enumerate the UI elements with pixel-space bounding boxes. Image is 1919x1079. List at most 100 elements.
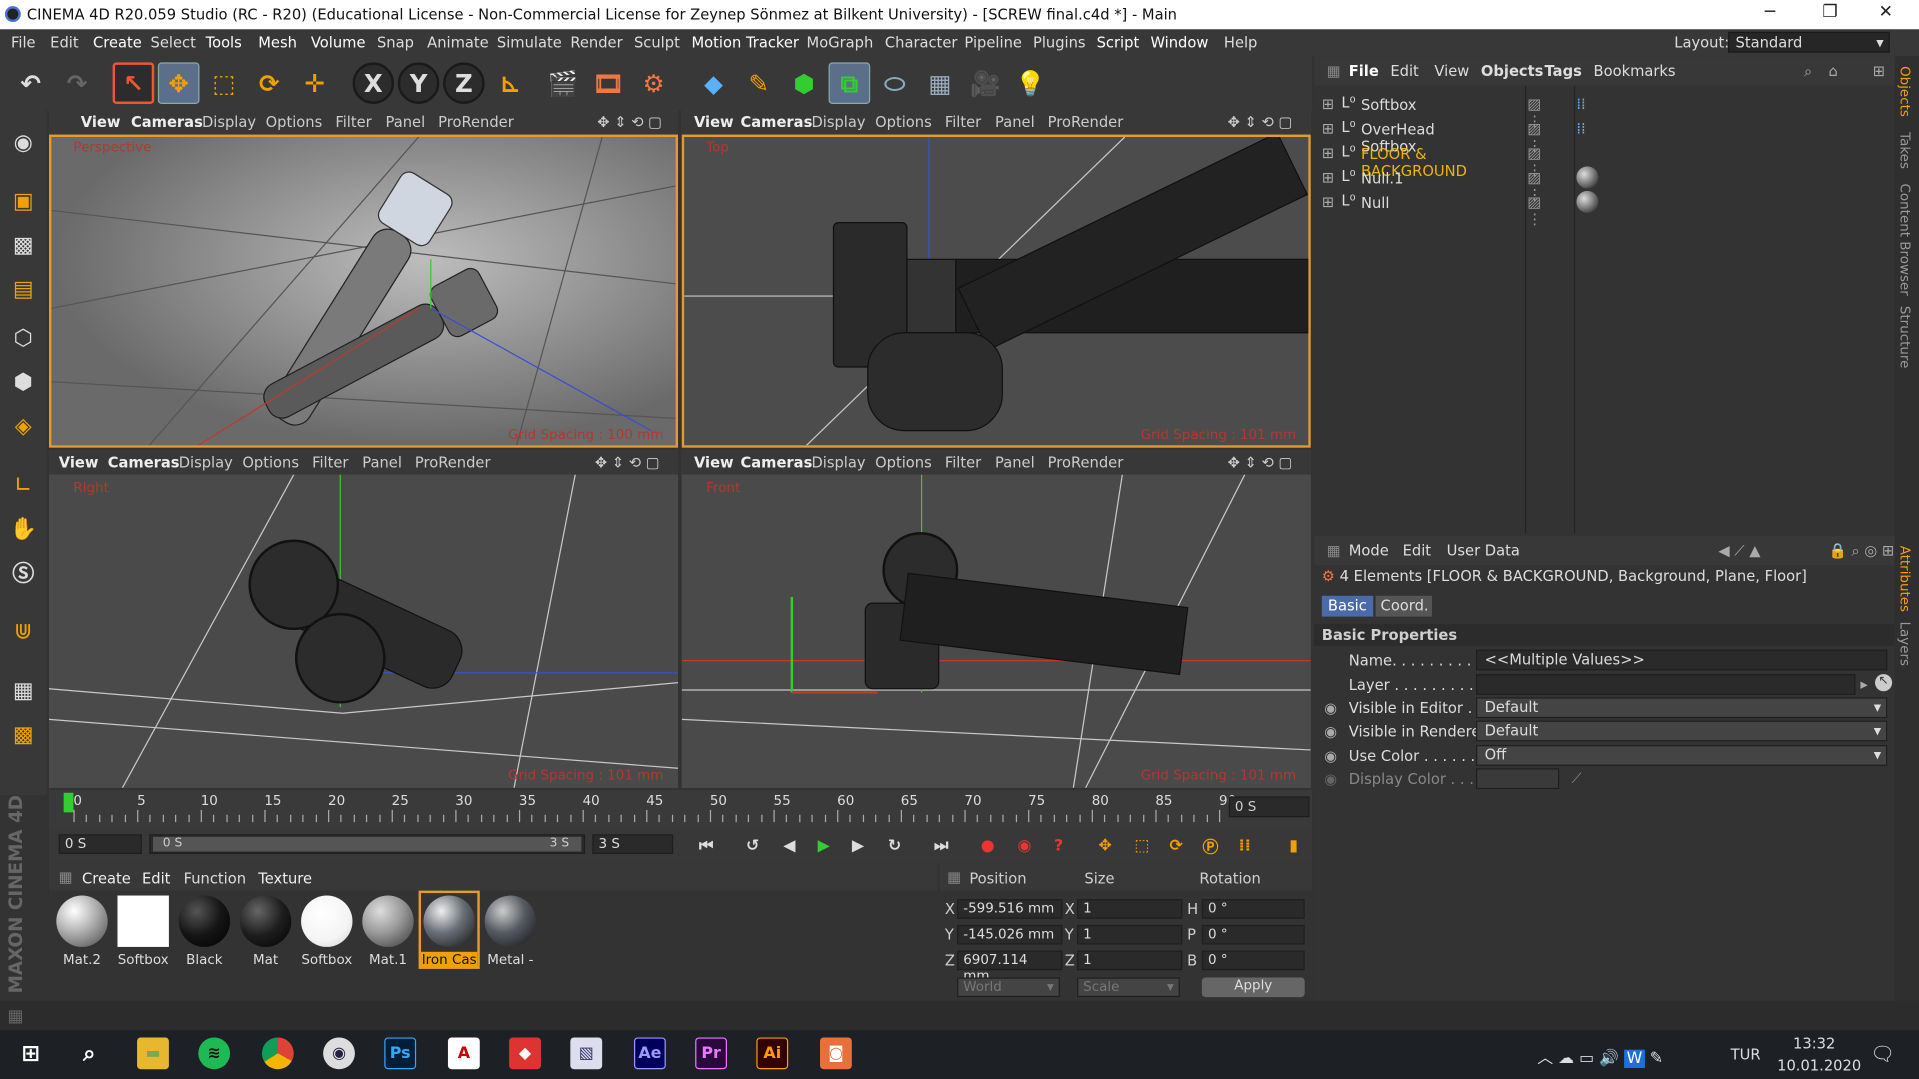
magnet-icon[interactable]: ⋓	[4, 612, 43, 651]
axis-mode-icon[interactable]: ∟	[4, 465, 43, 504]
range-handle[interactable]: 0 S 3 S	[152, 836, 582, 852]
vp-menu-prorender[interactable]: ProRender	[1048, 114, 1124, 131]
attr-menu-mode[interactable]: Mode	[1349, 542, 1389, 559]
size-mode-select[interactable]: Scale ▾	[1077, 977, 1180, 998]
objects-menu-bookmarks[interactable]: Bookmarks	[1594, 62, 1676, 79]
key-position-icon[interactable]: ✥	[1089, 829, 1121, 861]
live-selection-icon[interactable]: ↖	[112, 62, 155, 104]
photoshop-icon[interactable]: Ps	[384, 1037, 417, 1070]
play-icon[interactable]: ▶	[808, 829, 840, 861]
pos-x-field[interactable]: -599.516 mm	[957, 899, 1063, 919]
notifications-icon[interactable]: 🗨	[1870, 1042, 1895, 1065]
illustrator-icon[interactable]: Ai	[756, 1037, 789, 1070]
vp-menu-filter[interactable]: Filter	[335, 114, 371, 131]
vp-menu-cameras[interactable]: Cameras	[740, 114, 812, 131]
menu-volume[interactable]: Volume	[311, 34, 366, 51]
y-axis-icon[interactable]: Y	[397, 62, 440, 104]
keyframe-selection-icon[interactable]: ?	[1043, 829, 1075, 861]
tab-basic[interactable]: Basic	[1321, 595, 1374, 617]
objects-menu-objects[interactable]: Objects	[1481, 62, 1543, 79]
search-icon[interactable]: ⌕	[73, 1037, 105, 1069]
objects-menu-file[interactable]: File	[1349, 62, 1379, 79]
material-item[interactable]: Softbox	[299, 893, 355, 968]
material-item[interactable]: Metal -	[482, 893, 538, 968]
vp-menu-filter[interactable]: Filter	[945, 114, 981, 131]
pos-z-field[interactable]: 6907.114 mm	[957, 950, 1063, 984]
menu-render[interactable]: Render	[570, 34, 622, 51]
vp-menu-panel[interactable]: Panel	[386, 114, 426, 131]
menu-sculpt[interactable]: Sculpt	[634, 34, 680, 51]
panel-grip-icon[interactable]: ▦	[59, 869, 73, 886]
current-frame-field[interactable]: 0 S	[1228, 796, 1310, 818]
tag-icon[interactable]: ⁞⁞	[1576, 120, 1585, 137]
vp-menu-display[interactable]: Display	[202, 114, 256, 131]
timeline-window-icon[interactable]: ▮	[1278, 829, 1310, 861]
objects-menu-edit[interactable]: Edit	[1390, 62, 1418, 79]
rot-p-field[interactable]: 0 °	[1201, 924, 1305, 945]
light-icon[interactable]: 💡	[1010, 62, 1052, 104]
material-item[interactable]: Mat.1	[360, 893, 416, 968]
material-item-selected[interactable]: Iron Cas	[418, 890, 480, 969]
pos-y-field[interactable]: -145.026 mm	[957, 924, 1063, 945]
undo-icon[interactable]: ↶	[10, 62, 52, 104]
rot-b-field[interactable]: 0 °	[1201, 950, 1305, 971]
object-name[interactable]: Null.1	[1361, 170, 1403, 187]
mat-menu-edit[interactable]: Edit	[142, 870, 170, 887]
expand-icon[interactable]: ⊞	[1322, 95, 1334, 112]
expand-icon[interactable]: ⊞	[1322, 169, 1334, 186]
animation-dot-icon[interactable]: ◉	[1324, 700, 1337, 717]
planar-workplane-icon[interactable]: ▩	[4, 714, 43, 753]
material-item[interactable]: Softbox	[115, 893, 171, 968]
key-pla-icon[interactable]: ⁞⁞	[1229, 829, 1261, 861]
vp-menu-prorender[interactable]: ProRender	[438, 114, 514, 131]
search-icon[interactable]: ⌕	[1804, 62, 1812, 80]
expand-icon[interactable]: ⊞	[1322, 193, 1334, 210]
menu-plugins[interactable]: Plugins	[1033, 34, 1086, 51]
rot-h-field[interactable]: 0 °	[1201, 899, 1305, 919]
mat-menu-function[interactable]: Function	[184, 870, 246, 887]
size-x-field[interactable]: 1	[1077, 899, 1183, 919]
clock-time[interactable]: 13:32	[1793, 1035, 1835, 1052]
scale-icon[interactable]: ⬚	[203, 62, 245, 104]
object-name[interactable]: Null	[1361, 195, 1389, 212]
objects-menu-view[interactable]: View	[1434, 62, 1469, 79]
vp-menu-panel[interactable]: Panel	[995, 454, 1035, 471]
timeline-ruler[interactable]: 0 5 10 15 20 25 30 35 40 45 50 55 60 65 70 75 80 85 90 0 S	[48, 790, 1313, 828]
tab-content-browser[interactable]: Content Browser	[1897, 184, 1913, 296]
file-explorer-icon[interactable]: ▬	[137, 1037, 169, 1070]
material-item[interactable]: Black	[176, 893, 232, 968]
tab-coord[interactable]: Coord.	[1375, 595, 1432, 617]
material-tag-icon[interactable]	[1576, 190, 1599, 213]
cube-icon[interactable]: ◆	[693, 62, 735, 104]
vp-menu-display[interactable]: Display	[811, 454, 865, 471]
vp-menu-options[interactable]: Options	[875, 454, 932, 471]
vp-menu-cameras[interactable]: Cameras	[108, 454, 180, 471]
menu-help[interactable]: Help	[1224, 34, 1257, 51]
prev-frame-icon[interactable]: ◀	[774, 829, 806, 861]
lock-icon[interactable]: 🔒 ⌕ ◎ ⊞	[1829, 542, 1895, 560]
clock-date[interactable]: 10.01.2020	[1777, 1057, 1861, 1074]
panel-grip-icon[interactable]: ▦	[947, 869, 961, 886]
attr-menu-user-data[interactable]: User Data	[1447, 542, 1520, 559]
animation-dot-icon[interactable]: ◉	[1324, 723, 1337, 740]
key-param-icon[interactable]: Ⓟ	[1195, 829, 1227, 861]
mat-menu-texture[interactable]: Texture	[258, 870, 312, 887]
after-effects-icon[interactable]: Ae	[633, 1037, 666, 1070]
chrome-icon[interactable]	[261, 1037, 294, 1070]
vp-menu-panel[interactable]: Panel	[362, 454, 402, 471]
vp-menu-options[interactable]: Options	[266, 114, 323, 131]
polygons-mode-icon[interactable]: ◈	[4, 406, 43, 445]
menu-mograph[interactable]: MoGraph	[807, 34, 874, 51]
goto-end-icon[interactable]: ⏭	[925, 829, 957, 861]
array-icon[interactable]: ⧉	[828, 62, 871, 104]
subdivision-icon[interactable]: ⬢	[783, 62, 825, 104]
vp-menu-prorender[interactable]: ProRender	[1048, 454, 1124, 471]
menu-create[interactable]: Create	[93, 34, 142, 51]
viewport-nav-icons[interactable]: ✥ ⇕ ⟲ ▢	[597, 114, 662, 131]
tab-objects[interactable]: Objects	[1897, 66, 1913, 117]
menu-mesh[interactable]: Mesh	[258, 34, 297, 51]
menu-script[interactable]: Script	[1097, 34, 1140, 51]
next-key-icon[interactable]: ↻	[879, 829, 911, 861]
tweak-icon[interactable]: ✋	[4, 509, 43, 548]
objects-menu-tags[interactable]: Tags	[1545, 62, 1582, 79]
